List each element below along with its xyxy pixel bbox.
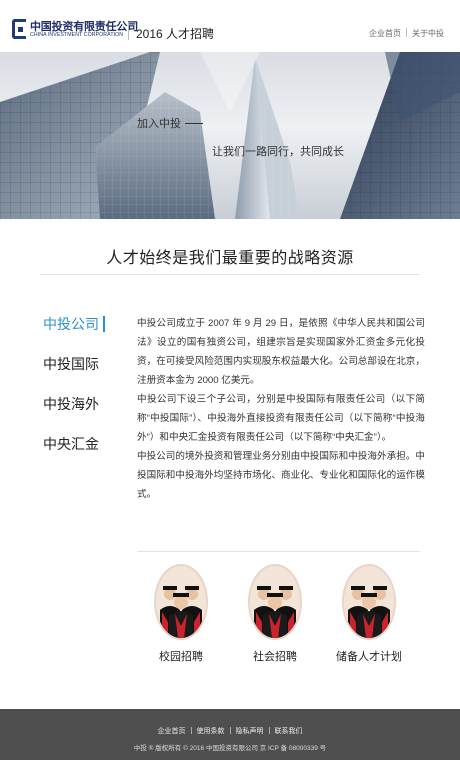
header: 中国投资有限责任公司 CHINA INVESTMENT CORPORATION …	[0, 0, 460, 52]
side-nav-item-central-huijin[interactable]: 中央汇金	[43, 434, 113, 474]
hero-banner: 加入中投 让我们一路同行，共同成长	[0, 52, 460, 219]
content-divider	[137, 551, 420, 552]
side-nav-item-cic-capital[interactable]: 中投海外	[43, 394, 113, 434]
company-logo[interactable]: 中国投资有限责任公司 CHINA INVESTMENT CORPORATION	[12, 17, 138, 43]
logo-english-name: CHINA INVESTMENT CORPORATION	[30, 32, 124, 38]
page-title: 2016 人才招聘	[136, 27, 215, 41]
logo-mark-icon	[12, 19, 26, 39]
side-nav: 中投公司 中投国际 中投海外 中央汇金	[43, 314, 113, 474]
company-intro: 中投公司成立于 2007 年 9 月 29 日，是依照《中华人民共和国公司法》设…	[137, 314, 425, 504]
top-nav: 企业首页 关于中投	[369, 28, 444, 39]
side-nav-label: 中投国际	[43, 356, 99, 372]
skyscraper-illustration	[0, 52, 460, 219]
side-nav-item-cic-international[interactable]: 中投国际	[43, 354, 113, 394]
footer-links: 企业首页 使用条款 隐私声明 联系我们	[0, 726, 460, 736]
nav-link-home[interactable]: 企业首页	[369, 29, 401, 38]
nav-link-about[interactable]: 关于中投	[412, 29, 444, 38]
footer-link-terms[interactable]: 使用条款	[197, 728, 225, 735]
graduates-illustration	[250, 566, 300, 638]
footer: 企业首页 使用条款 隐私声明 联系我们 中投 ® 版权所有 © 2016 中国投资有限…	[0, 709, 460, 760]
footer-separator	[190, 727, 192, 734]
banner-subheadline: 让我们一路同行，共同成长	[212, 146, 344, 158]
social-recruitment-card[interactable]: 社会招聘	[230, 564, 320, 664]
card-label: 储备人才计划	[336, 651, 402, 663]
slogan-divider	[40, 274, 420, 275]
footer-separator	[268, 727, 270, 734]
graduates-illustration	[344, 566, 394, 638]
slogan-heading: 人才始终是我们最重要的战略资源	[106, 250, 354, 267]
footer-link-contact[interactable]: 联系我们	[275, 728, 303, 735]
side-nav-label: 中央汇金	[43, 436, 99, 452]
footer-separator	[229, 727, 231, 734]
active-indicator	[103, 316, 105, 332]
intro-paragraph: 中投公司下设三个子公司，分别是中投国际有限责任公司（以下简称“中投国际”）、中投…	[137, 394, 425, 443]
nav-separator	[406, 28, 407, 37]
side-nav-label: 中投公司	[43, 316, 99, 332]
banner-headline: 加入中投	[137, 115, 203, 131]
header-divider	[128, 22, 129, 40]
intro-paragraph: 中投公司成立于 2007 年 9 月 29 日，是依照《中华人民共和国公司法》设…	[137, 318, 425, 386]
graduates-photo	[154, 564, 208, 640]
graduates-photo	[342, 564, 396, 640]
graduates-illustration	[156, 566, 206, 638]
side-nav-item-cic[interactable]: 中投公司	[43, 314, 113, 354]
banner-rule	[185, 123, 203, 124]
campus-recruitment-card[interactable]: 校园招聘	[136, 564, 226, 664]
footer-link-home[interactable]: 企业首页	[158, 728, 186, 735]
graduates-photo	[248, 564, 302, 640]
intro-paragraph: 中投公司的境外投资和管理业务分别由中投国际和中投海外承担。中投国际和中投海外均坚…	[137, 451, 425, 500]
talent-reserve-card[interactable]: 储备人才计划	[324, 564, 414, 664]
side-nav-label: 中投海外	[43, 396, 99, 412]
card-label: 社会招聘	[253, 651, 297, 663]
banner-headline-text: 加入中投	[137, 118, 181, 130]
card-label: 校园招聘	[159, 651, 203, 663]
copyright-text: 中投 ® 版权所有 © 2016 中国投资有限公司 京 ICP 备 080003…	[133, 745, 327, 752]
footer-link-privacy[interactable]: 隐私声明	[236, 728, 264, 735]
